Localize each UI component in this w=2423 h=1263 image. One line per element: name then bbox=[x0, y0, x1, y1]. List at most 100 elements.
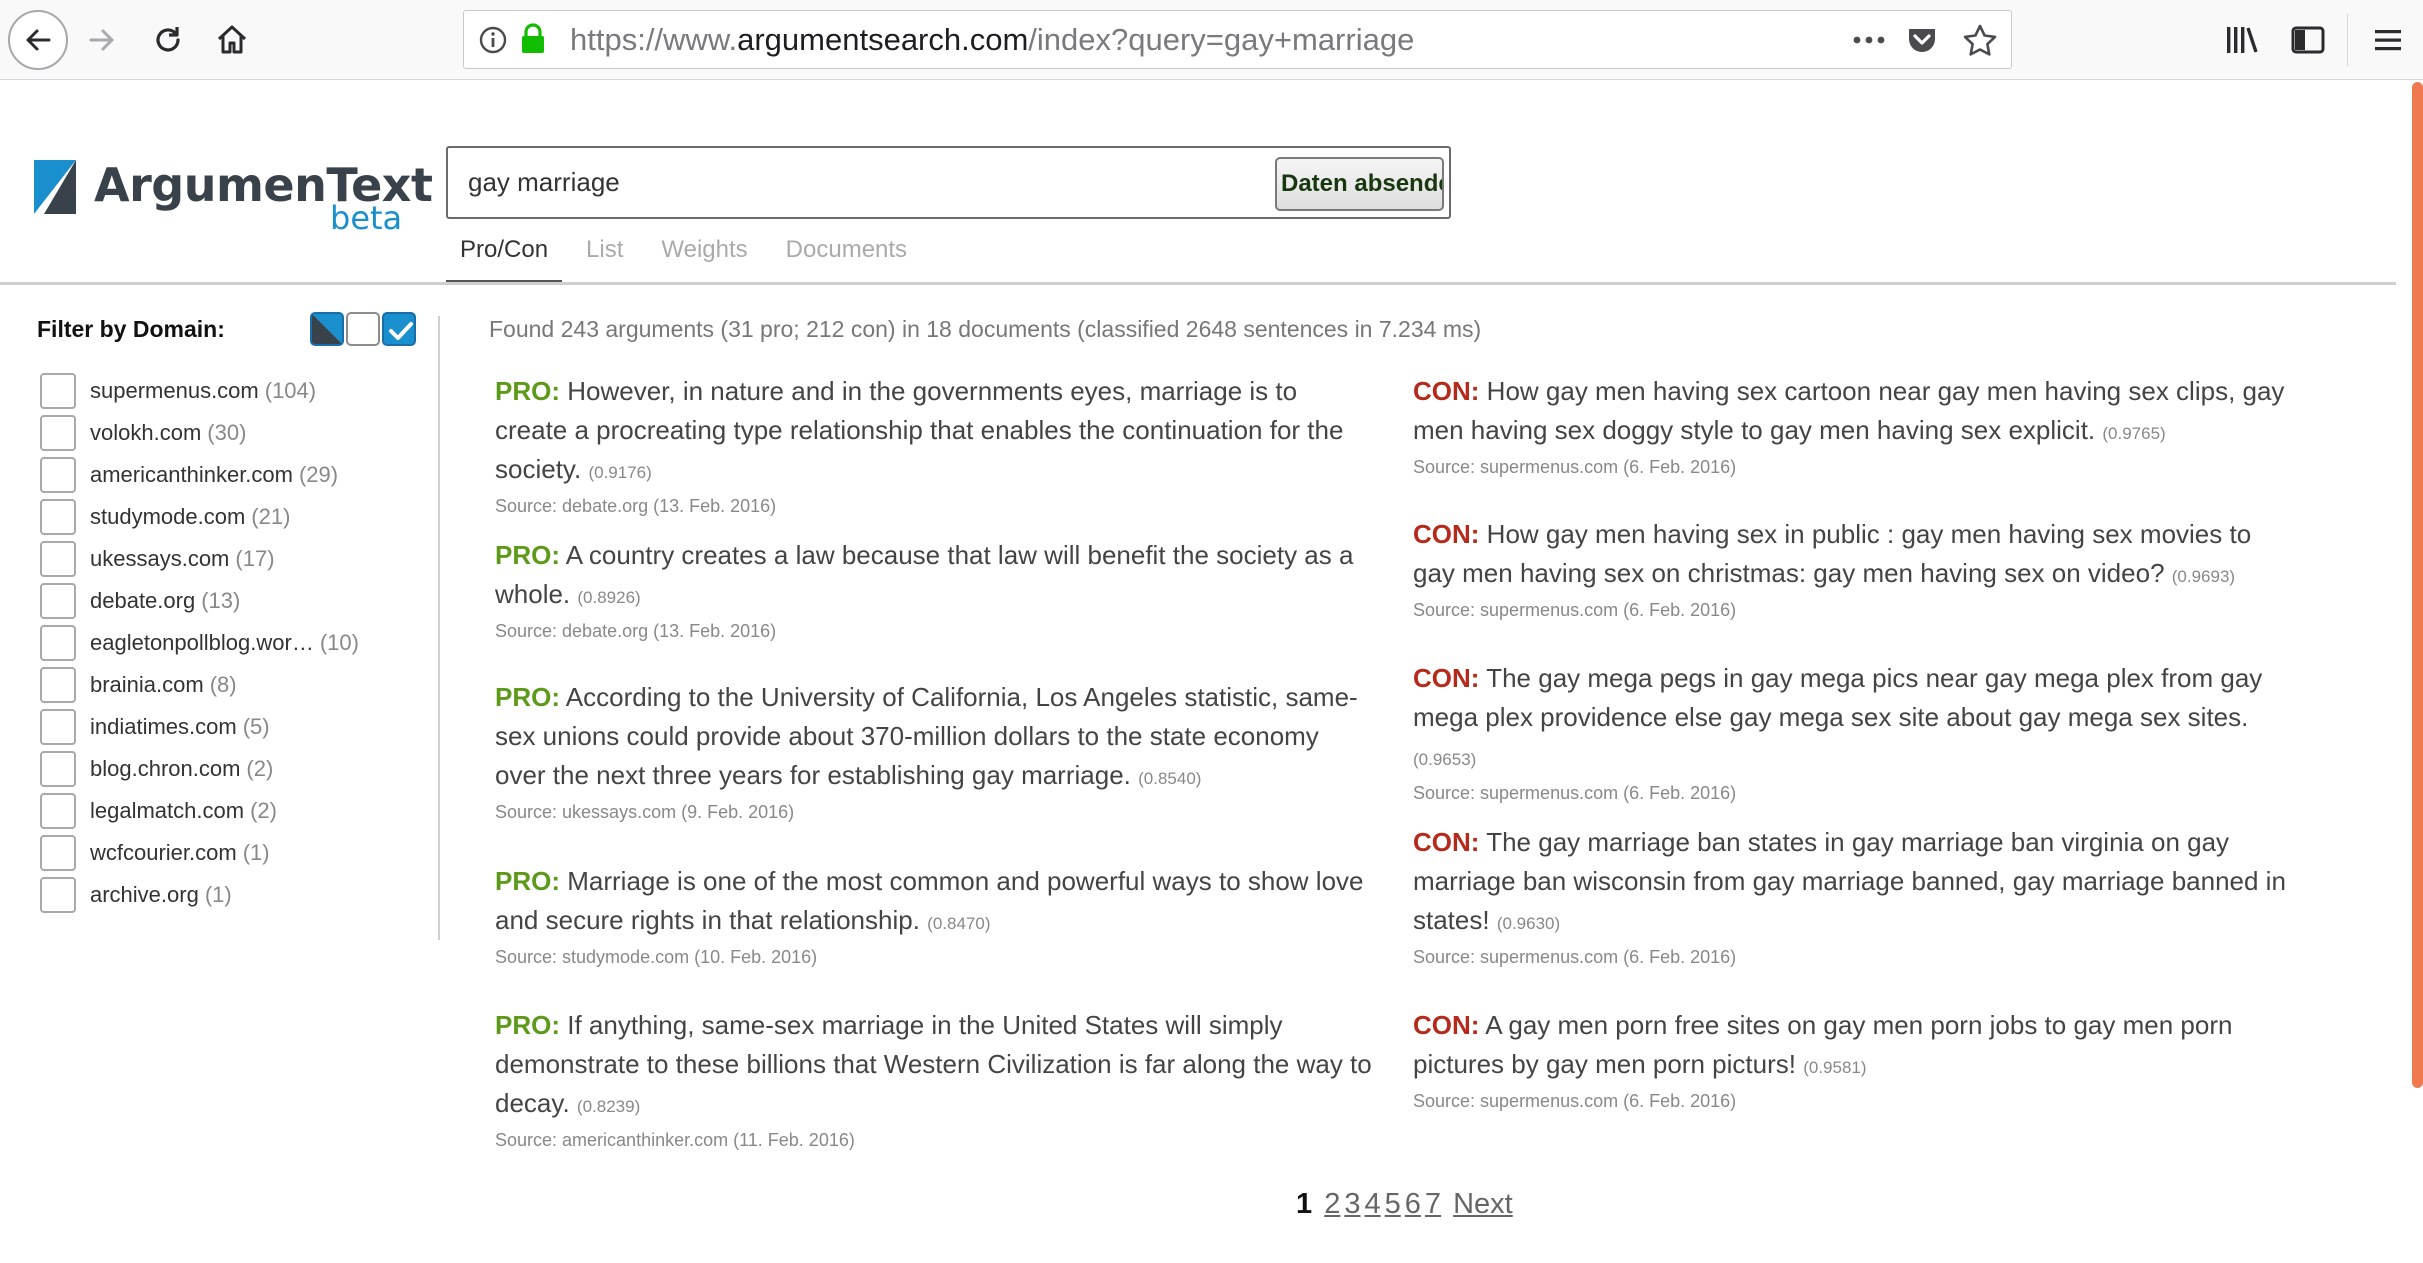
argument-source[interactable]: Source: studymode.com (10. Feb. 2016) bbox=[495, 945, 1375, 969]
pocket-icon[interactable] bbox=[1906, 24, 1938, 56]
select-all-toggle[interactable] bbox=[310, 312, 344, 346]
argument-source[interactable]: Source: supermenus.com (6. Feb. 2016) bbox=[1413, 598, 2293, 622]
domain-filter-item[interactable]: archive.org (1) bbox=[40, 874, 420, 916]
domain-checkbox[interactable] bbox=[40, 457, 76, 493]
pro-argument: PRO: However, in nature and in the gover… bbox=[495, 372, 1375, 518]
argument-text-block: CON: The gay marriage ban states in gay … bbox=[1413, 823, 2293, 943]
domain-checkbox[interactable] bbox=[40, 835, 76, 871]
con-label: CON: bbox=[1413, 1010, 1480, 1040]
domain-checkbox[interactable] bbox=[40, 877, 76, 913]
logo-beta-tag: beta bbox=[330, 199, 403, 237]
domain-checkbox[interactable] bbox=[40, 415, 76, 451]
forward-button[interactable] bbox=[74, 12, 130, 68]
argument-source[interactable]: Source: supermenus.com (6. Feb. 2016) bbox=[1413, 781, 2293, 805]
page-link[interactable]: 7 bbox=[1425, 1188, 1441, 1220]
domain-filter-item[interactable]: debate.org (13) bbox=[40, 580, 420, 622]
argument-source[interactable]: Source: americanthinker.com (11. Feb. 20… bbox=[495, 1128, 1375, 1152]
select-checked-toggle[interactable] bbox=[382, 312, 416, 346]
tab-list[interactable]: List bbox=[572, 228, 637, 284]
pro-argument: PRO: If anything, same-sex marriage in t… bbox=[495, 1006, 1375, 1152]
bookmark-star-icon[interactable] bbox=[1962, 23, 1998, 57]
browser-toolbar: https://www.argumentsearch.com/index?que… bbox=[0, 0, 2423, 80]
search-input[interactable] bbox=[468, 164, 1248, 200]
domain-count: (30) bbox=[207, 420, 247, 445]
domain-filter-item[interactable]: ukessays.com (17) bbox=[40, 538, 420, 580]
page-link[interactable]: 6 bbox=[1405, 1188, 1421, 1220]
domain-checkbox[interactable] bbox=[40, 583, 76, 619]
logo[interactable]: ArgumenText beta bbox=[34, 158, 433, 238]
diagonal-split-icon bbox=[312, 314, 342, 344]
domain-checkbox[interactable] bbox=[40, 793, 76, 829]
domain-name: legalmatch.com bbox=[90, 798, 245, 823]
back-button[interactable] bbox=[8, 10, 68, 70]
argument-text-block: CON: A gay men porn free sites on gay me… bbox=[1413, 1006, 2293, 1087]
domain-filter-item[interactable]: brainia.com (8) bbox=[40, 664, 420, 706]
url-text[interactable]: https://www.argumentsearch.com/index?que… bbox=[570, 23, 1414, 57]
arrow-left-icon bbox=[26, 29, 51, 51]
domain-filter-item[interactable]: americanthinker.com (29) bbox=[40, 454, 420, 496]
home-button[interactable] bbox=[204, 12, 260, 68]
domain-count: (13) bbox=[201, 588, 241, 613]
con-argument: CON: The gay marriage ban states in gay … bbox=[1413, 823, 2293, 969]
tab-documents[interactable]: Documents bbox=[772, 228, 921, 284]
argument-text-block: PRO: According to the University of Cali… bbox=[495, 678, 1375, 798]
domain-checkbox[interactable] bbox=[40, 499, 76, 535]
tab-procon[interactable]: Pro/Con bbox=[446, 228, 563, 284]
domain-filter-item[interactable]: studymode.com (21) bbox=[40, 496, 420, 538]
domain-count: (104) bbox=[264, 378, 317, 403]
domain-filter-list: supermenus.com (104) volokh.com (30) america… bbox=[40, 370, 420, 916]
page-link[interactable]: 4 bbox=[1364, 1188, 1380, 1220]
page-link[interactable]: 3 bbox=[1344, 1188, 1360, 1220]
argument-score: (0.9630) bbox=[1496, 914, 1561, 933]
argument-source[interactable]: Source: supermenus.com (6. Feb. 2016) bbox=[1413, 455, 2293, 479]
domain-checkbox[interactable] bbox=[40, 751, 76, 787]
header-divider bbox=[0, 282, 2396, 285]
domain-filter-item[interactable]: eagletonpollblog.wor… (10) bbox=[40, 622, 420, 664]
domain-filter-item[interactable]: wcfcourier.com (1) bbox=[40, 832, 420, 874]
domain-filter-item[interactable]: legalmatch.com (2) bbox=[40, 790, 420, 832]
page-scrollbar[interactable] bbox=[2412, 82, 2423, 1088]
pagination: 1 234567 Next bbox=[1296, 1188, 1513, 1221]
arrow-right-icon bbox=[89, 29, 114, 51]
lock-icon[interactable] bbox=[520, 23, 546, 55]
argument-source[interactable]: Source: debate.org (13. Feb. 2016) bbox=[495, 494, 1375, 518]
domain-filter-item[interactable]: volokh.com (30) bbox=[40, 412, 420, 454]
domain-count: (1) bbox=[242, 840, 270, 865]
page-actions-icon[interactable] bbox=[1849, 25, 1889, 55]
domain-checkbox[interactable] bbox=[40, 541, 76, 577]
argument-source[interactable]: Source: supermenus.com (6. Feb. 2016) bbox=[1413, 1089, 2293, 1113]
domain-count: (10) bbox=[319, 630, 359, 655]
page-current: 1 bbox=[1296, 1188, 1313, 1220]
domain-name: eagletonpollblog.wor… bbox=[90, 630, 314, 655]
domain-name: studymode.com bbox=[90, 504, 246, 529]
select-none-toggle[interactable] bbox=[346, 312, 380, 346]
domain-checkbox[interactable] bbox=[40, 373, 76, 409]
argument-text-block: PRO: However, in nature and in the gover… bbox=[495, 372, 1375, 492]
hamburger-menu-icon[interactable] bbox=[2370, 22, 2406, 58]
domain-filter-item[interactable]: blog.chron.com (2) bbox=[40, 748, 420, 790]
toolbar-separator bbox=[2347, 14, 2348, 66]
reload-button[interactable] bbox=[140, 12, 196, 68]
page-link[interactable]: 2 bbox=[1324, 1188, 1340, 1220]
argument-source[interactable]: Source: supermenus.com (6. Feb. 2016) bbox=[1413, 945, 2293, 969]
results-summary: Found 243 arguments (31 pro; 212 con) in… bbox=[489, 316, 1482, 342]
argument-text-block: PRO: A country creates a law because tha… bbox=[495, 536, 1375, 617]
pro-label: PRO: bbox=[495, 540, 560, 570]
page-next-link[interactable]: Next bbox=[1453, 1188, 1513, 1220]
tab-weights[interactable]: Weights bbox=[647, 228, 761, 284]
sidebar-toggle-icon[interactable] bbox=[2290, 22, 2326, 58]
domain-filter-item[interactable]: supermenus.com (104) bbox=[40, 370, 420, 412]
argument-source[interactable]: Source: debate.org (13. Feb. 2016) bbox=[495, 619, 1375, 643]
argument-score: (0.9653) bbox=[1413, 750, 1477, 769]
submit-button[interactable]: Daten absenden bbox=[1275, 157, 1444, 211]
domain-checkbox[interactable] bbox=[40, 625, 76, 661]
library-icon[interactable] bbox=[2224, 22, 2260, 58]
argument-source[interactable]: Source: ukessays.com (9. Feb. 2016) bbox=[495, 800, 1375, 824]
con-argument: CON: The gay mega pegs in gay mega pics … bbox=[1413, 659, 2293, 805]
domain-checkbox[interactable] bbox=[40, 709, 76, 745]
page-link[interactable]: 5 bbox=[1385, 1188, 1401, 1220]
address-bar[interactable]: https://www.argumentsearch.com/index?que… bbox=[463, 10, 2012, 69]
domain-checkbox[interactable] bbox=[40, 667, 76, 703]
info-icon[interactable] bbox=[478, 25, 508, 55]
domain-filter-item[interactable]: indiatimes.com (5) bbox=[40, 706, 420, 748]
